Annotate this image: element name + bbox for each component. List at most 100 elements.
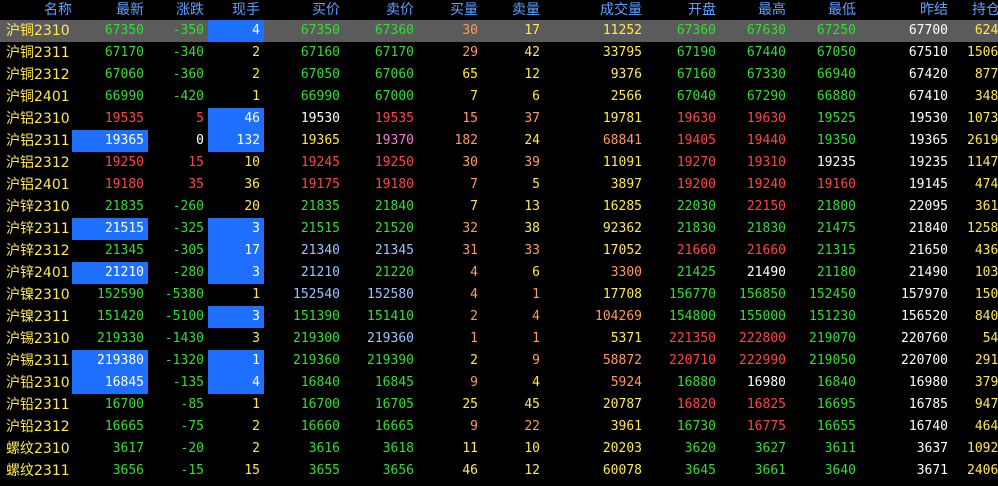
column-header[interactable]: 现手 bbox=[208, 0, 264, 20]
column-header[interactable]: 名称 bbox=[0, 0, 72, 20]
quote-cell-10: 67050 bbox=[816, 45, 856, 60]
column-header[interactable]: 开盘 bbox=[646, 0, 720, 20]
quote-cell-1: -135 bbox=[172, 375, 204, 390]
quote-cell-9: 3661 bbox=[754, 463, 786, 478]
quote-cell-11: 21490 bbox=[908, 265, 948, 280]
quote-cell-10: 21475 bbox=[816, 221, 856, 236]
quote-cell-6: 22 bbox=[524, 419, 540, 434]
quote-row[interactable]: 沪铝2311 19365 0 132 19365 19370 182 24 68841 19405… bbox=[0, 130, 998, 152]
quote-row[interactable]: 沪铜2311 67170 -340 2 67160 67170 29 42 33795 67190… bbox=[0, 42, 998, 64]
quote-cell-3: 19365 bbox=[300, 133, 340, 148]
quote-cell-2: 2 bbox=[252, 67, 260, 82]
quote-cell-6: 17 bbox=[482, 20, 544, 42]
quote-cell-9: 19630 bbox=[746, 111, 786, 126]
quote-cell-11: 16740 bbox=[908, 419, 948, 434]
quote-cell-10: 151230 bbox=[809, 309, 856, 324]
quote-row[interactable]: 沪锌2312 21345 -305 17 21340 21345 31 33 17052 2166… bbox=[0, 240, 998, 262]
quote-cell-4: 219390 bbox=[367, 353, 414, 368]
quote-row[interactable]: 沪铜2312 67060 -360 2 67050 67060 65 12 9376 67160 6… bbox=[0, 64, 998, 86]
column-header[interactable]: 涨跌 bbox=[148, 0, 208, 20]
contract-name: 沪铜2310 bbox=[0, 20, 72, 42]
column-header[interactable]: 最低 bbox=[790, 0, 860, 20]
quote-cell-6: 6 bbox=[532, 89, 540, 104]
quote-cell-6: 12 bbox=[524, 67, 540, 82]
quote-row[interactable]: 沪锌2311 21515 -325 3 21515 21520 32 38 92362 21830… bbox=[0, 218, 998, 240]
quote-cell-11: 156520 bbox=[901, 309, 948, 324]
quote-cell-7: 5924 bbox=[610, 375, 642, 390]
quote-row[interactable]: 沪铅2311 16700 -85 1 16700 16705 25 45 20787 16820 1… bbox=[0, 394, 998, 416]
column-header[interactable]: 卖价 bbox=[344, 0, 418, 20]
quote-cell-8: 220710 bbox=[669, 353, 716, 368]
quote-cell-2: 2 bbox=[252, 45, 260, 60]
quote-cell-8: 22030 bbox=[676, 199, 716, 214]
quote-cell-12: 5457 bbox=[982, 331, 998, 346]
quote-cell-2: 2 bbox=[252, 441, 260, 456]
column-header[interactable]: 买量 bbox=[418, 0, 482, 20]
quote-cell-6: 9 bbox=[532, 353, 540, 368]
quote-row[interactable]: 螺纹2310 3617 -20 2 3616 3618 11 10 20203 3620 3627 3… bbox=[0, 438, 998, 460]
quote-cell-11: 19235 bbox=[908, 155, 948, 170]
column-header[interactable]: 最新 bbox=[72, 0, 148, 20]
column-header[interactable]: 持仓量 bbox=[952, 0, 998, 20]
quote-cell-11: 16980 bbox=[908, 375, 948, 390]
quote-cell-11: 19365 bbox=[908, 133, 948, 148]
quote-cell-7: 11252 bbox=[544, 20, 646, 42]
quote-cell-11: 19530 bbox=[908, 111, 948, 126]
quote-cell-1: 5 bbox=[196, 111, 204, 126]
quote-row[interactable]: 沪铝2401 19180 35 36 19175 19180 7 5 3897 19200 1924… bbox=[0, 174, 998, 196]
quote-cell-7: 20203 bbox=[602, 441, 642, 456]
contract-name: 沪锌2312 bbox=[6, 243, 70, 259]
quote-cell-7: 19781 bbox=[602, 111, 642, 126]
quote-row[interactable]: 沪锡2310 219330 -1430 3 219300 219360 1 1 5371 2213… bbox=[0, 328, 998, 350]
column-header[interactable]: 成交量 bbox=[544, 0, 646, 20]
quote-cell-12: 125825 bbox=[967, 221, 998, 236]
quote-row[interactable]: 螺纹2311 3656 -15 15 3655 3656 46 12 60078 3645 3661… bbox=[0, 460, 998, 482]
quote-cell-7: 17052 bbox=[602, 243, 642, 258]
quote-cell-6: 38 bbox=[524, 221, 540, 236]
quote-row[interactable]: 沪锡2311 219380 -1320 1 219360 219390 2 9 58872 220… bbox=[0, 350, 998, 372]
quote-row[interactable]: 沪铝2312 19250 15 10 19245 19250 30 39 11091 19270 1… bbox=[0, 152, 998, 174]
column-header[interactable]: 昨结 bbox=[860, 0, 952, 20]
quote-cell-0: 67060 bbox=[104, 67, 144, 82]
quote-row[interactable]: 沪锌2401 21210 -280 3 21210 21220 4 6 3300 21425 214… bbox=[0, 262, 998, 284]
quote-cell-11: 3637 bbox=[916, 441, 948, 456]
quote-rows: 沪铜2310 67350 -350 4 67350 67360 30 17 11252 67360… bbox=[0, 20, 998, 482]
contract-name: 沪铜2401 bbox=[6, 89, 70, 105]
quote-cell-1: -20 bbox=[180, 441, 204, 456]
quote-cell-1: 35 bbox=[188, 177, 204, 192]
quote-cell-8: 19270 bbox=[676, 155, 716, 170]
quote-cell-12: 62469 bbox=[952, 20, 998, 42]
column-header[interactable]: 买价 bbox=[264, 0, 344, 20]
quote-cell-5: 9 bbox=[470, 419, 478, 434]
contract-name: 沪铝2401 bbox=[6, 177, 70, 193]
quote-row[interactable]: 沪镍2311 151420 -5100 3 151390 151410 2 4 104269 15… bbox=[0, 306, 998, 328]
quote-row[interactable]: 沪铜2310 67350 -350 4 67350 67360 30 17 11252 67360… bbox=[0, 20, 998, 42]
column-header[interactable]: 最高 bbox=[720, 0, 790, 20]
quote-cell-6: 4 bbox=[532, 309, 540, 324]
quote-cell-0: 19180 bbox=[104, 177, 144, 192]
quote-cell-0: 16700 bbox=[104, 397, 144, 412]
quote-cell-5: 7 bbox=[470, 177, 478, 192]
quote-cell-1: -85 bbox=[180, 397, 204, 412]
contract-name: 沪锡2310 bbox=[6, 331, 70, 347]
quote-cell-11: 67410 bbox=[908, 89, 948, 104]
quote-cell-1: -305 bbox=[172, 243, 204, 258]
quote-row[interactable]: 沪铅2310 16845 -135 4 16840 16845 9 4 5924 16880 169… bbox=[0, 372, 998, 394]
quote-cell-10: 66880 bbox=[816, 89, 856, 104]
quote-cell-11: 157970 bbox=[901, 287, 948, 302]
quote-cell-3: 21835 bbox=[300, 199, 340, 214]
quote-cell-9: 222990 bbox=[739, 353, 786, 368]
quote-row[interactable]: 沪铝2310 19535 5 46 19530 19535 15 37 19781 19630 19… bbox=[0, 108, 998, 130]
quote-cell-12: 47446 bbox=[974, 177, 998, 192]
quote-cell-8: 19630 bbox=[676, 111, 716, 126]
quote-row[interactable]: 沪锌2310 21835 -260 20 21835 21840 7 13 16285 22030… bbox=[0, 196, 998, 218]
quote-row[interactable]: 沪铜2401 66990 -420 1 66990 67000 7 6 2566 67040 672… bbox=[0, 86, 998, 108]
quote-cell-2: 1 bbox=[208, 350, 264, 372]
quote-cell-2: 15 bbox=[244, 463, 260, 478]
column-header[interactable]: 卖量 bbox=[482, 0, 544, 20]
quote-cell-12: 29183 bbox=[974, 353, 998, 368]
contract-name: 沪锌2310 bbox=[6, 199, 70, 215]
quote-cell-8: 19405 bbox=[676, 133, 716, 148]
quote-row[interactable]: 沪镍2310 152590 -5380 1 152540 152580 4 1 17708 156… bbox=[0, 284, 998, 306]
quote-row[interactable]: 沪铅2312 16665 -75 2 16660 16665 9 22 3961 16730 167… bbox=[0, 416, 998, 438]
